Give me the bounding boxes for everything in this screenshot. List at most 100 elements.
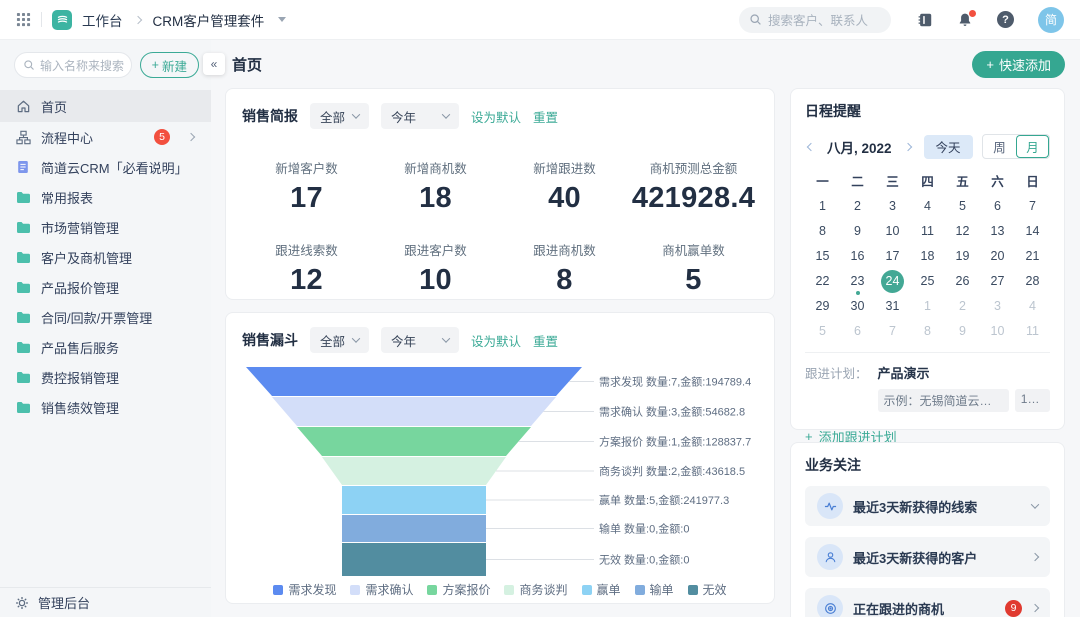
- funnel-stage[interactable]: [272, 397, 556, 426]
- business-focus-item[interactable]: 最近3天新获得的客户: [805, 537, 1050, 577]
- avatar[interactable]: 简: [1038, 6, 1064, 33]
- business-focus-item[interactable]: 正在跟进的商机 9: [805, 588, 1050, 617]
- calendar-next-icon[interactable]: [902, 142, 914, 152]
- funnel-period-select[interactable]: 今年: [381, 327, 460, 353]
- sidebar-search-input[interactable]: 输入名称来搜索: [14, 52, 132, 78]
- legend-item[interactable]: 需求确认: [350, 581, 413, 598]
- followup-title[interactable]: 产品演示: [878, 363, 1050, 382]
- global-search-input[interactable]: 搜索客户、联系人: [739, 6, 891, 33]
- calendar-day[interactable]: 5: [805, 319, 840, 343]
- calendar-day[interactable]: 8: [910, 319, 945, 343]
- calendar-day[interactable]: 30: [840, 294, 875, 318]
- business-focus-item[interactable]: 最近3天新获得的线索: [805, 486, 1050, 526]
- calendar-day[interactable]: 3: [875, 194, 910, 218]
- calendar-day[interactable]: 3: [980, 294, 1015, 318]
- calendar-day[interactable]: 27: [980, 269, 1015, 293]
- sidebar-item[interactable]: 市场营销管理: [0, 212, 211, 242]
- calendar-day[interactable]: 23: [840, 269, 875, 293]
- calendar-day[interactable]: 21: [1015, 244, 1050, 268]
- sidebar-item[interactable]: 简道云CRM「必看说明」: [0, 152, 211, 182]
- legend-item[interactable]: 商务谈判: [504, 581, 568, 598]
- calendar-day[interactable]: 4: [910, 194, 945, 218]
- apps-grid-icon[interactable]: [16, 12, 31, 27]
- sidebar-item[interactable]: 费控报销管理: [0, 362, 211, 392]
- breadcrumb-app-title[interactable]: CRM客户管理套件: [153, 10, 265, 30]
- notifications-bell-icon[interactable]: [957, 9, 976, 28]
- legend-item[interactable]: 无效: [687, 581, 727, 598]
- legend-item[interactable]: 赢单: [581, 581, 621, 598]
- calendar-day[interactable]: 18: [910, 244, 945, 268]
- calendar-day[interactable]: 8: [805, 219, 840, 243]
- calendar-day[interactable]: 2: [945, 294, 980, 318]
- calendar-day[interactable]: 11: [1015, 319, 1050, 343]
- calendar-day[interactable]: 2: [840, 194, 875, 218]
- today-button[interactable]: 今天: [923, 134, 973, 159]
- calendar-day[interactable]: 10: [875, 219, 910, 243]
- calendar-day[interactable]: 15: [805, 244, 840, 268]
- calendar-day[interactable]: 16: [840, 244, 875, 268]
- calendar-day[interactable]: 12: [945, 219, 980, 243]
- legend-item[interactable]: 方案报价: [427, 581, 490, 598]
- sidebar-item[interactable]: 流程中心 5: [0, 122, 211, 152]
- funnel-scope-select[interactable]: 全部: [310, 327, 370, 353]
- calendar-day[interactable]: 10: [980, 319, 1015, 343]
- calendar-day[interactable]: 4: [1015, 294, 1050, 318]
- sidebar-item-admin[interactable]: 管理后台: [0, 587, 211, 617]
- calendar-day[interactable]: 31: [875, 294, 910, 318]
- breadcrumb-workspace[interactable]: 工作台: [82, 10, 123, 30]
- brief-reset-link[interactable]: 重置: [533, 107, 558, 126]
- sidebar-item[interactable]: 产品售后服务: [0, 332, 211, 362]
- calendar-day[interactable]: 13: [980, 219, 1015, 243]
- calendar-day[interactable]: 9: [840, 219, 875, 243]
- sidebar-item[interactable]: 客户及商机管理: [0, 242, 211, 272]
- legend-item[interactable]: 输单: [634, 581, 674, 598]
- sidebar-item[interactable]: 常用报表: [0, 182, 211, 212]
- app-switch-caret-icon[interactable]: [278, 17, 287, 22]
- calendar-day[interactable]: 24: [875, 269, 910, 293]
- calendar-prev-icon[interactable]: [805, 142, 817, 152]
- calendar-day[interactable]: 7: [875, 319, 910, 343]
- new-button[interactable]: + 新建: [139, 52, 199, 78]
- address-book-icon[interactable]: [917, 12, 933, 28]
- calendar-day[interactable]: 6: [980, 194, 1015, 218]
- funnel-stage[interactable]: [246, 367, 582, 396]
- calendar-day[interactable]: 9: [945, 319, 980, 343]
- legend-item[interactable]: 需求发现: [273, 581, 336, 598]
- funnel-stage[interactable]: [342, 515, 486, 542]
- calendar-day[interactable]: 28: [1015, 269, 1050, 293]
- calendar-day[interactable]: 7: [1015, 194, 1050, 218]
- followup-company[interactable]: 示例：无锡简道云科技有限...: [877, 389, 1009, 412]
- funnel-stage[interactable]: [342, 543, 486, 576]
- sidebar-item[interactable]: 销售绩效管理: [0, 392, 211, 422]
- help-icon[interactable]: ?: [997, 11, 1014, 28]
- calendar-day[interactable]: 5: [945, 194, 980, 218]
- calendar-day[interactable]: 17: [875, 244, 910, 268]
- calendar-day[interactable]: 22: [805, 269, 840, 293]
- calendar-day[interactable]: 6: [840, 319, 875, 343]
- toggle-week[interactable]: 周: [983, 135, 1016, 158]
- calendar-day[interactable]: 25: [910, 269, 945, 293]
- calendar-day[interactable]: 1: [910, 294, 945, 318]
- workspace-logo-icon[interactable]: [52, 9, 72, 30]
- toggle-month[interactable]: 月: [1016, 135, 1049, 158]
- quick-add-button[interactable]: + 快速添加: [972, 50, 1065, 78]
- calendar-day[interactable]: 26: [945, 269, 980, 293]
- sidebar-item[interactable]: 产品报价管理: [0, 272, 211, 302]
- funnel-reset-link[interactable]: 重置: [533, 331, 558, 350]
- brief-set-default-link[interactable]: 设为默认: [471, 107, 521, 126]
- calendar-day[interactable]: 11: [910, 219, 945, 243]
- funnel-set-default-link[interactable]: 设为默认: [471, 331, 521, 350]
- brief-scope-select[interactable]: 全部: [310, 103, 370, 129]
- calendar-day[interactable]: 19: [945, 244, 980, 268]
- calendar-day[interactable]: 1: [805, 194, 840, 218]
- sidebar-item[interactable]: 合同/回款/开票管理: [0, 302, 211, 332]
- sidebar-item[interactable]: 首页: [0, 90, 211, 122]
- calendar-day[interactable]: 29: [805, 294, 840, 318]
- brief-period-select[interactable]: 今年: [381, 103, 460, 129]
- funnel-stage[interactable]: [342, 486, 486, 514]
- funnel-stage[interactable]: [322, 457, 506, 485]
- calendar-day[interactable]: 14: [1015, 219, 1050, 243]
- funnel-stage[interactable]: [297, 427, 531, 456]
- calendar-day[interactable]: 20: [980, 244, 1015, 268]
- collapse-sidebar-button[interactable]: «: [203, 53, 225, 75]
